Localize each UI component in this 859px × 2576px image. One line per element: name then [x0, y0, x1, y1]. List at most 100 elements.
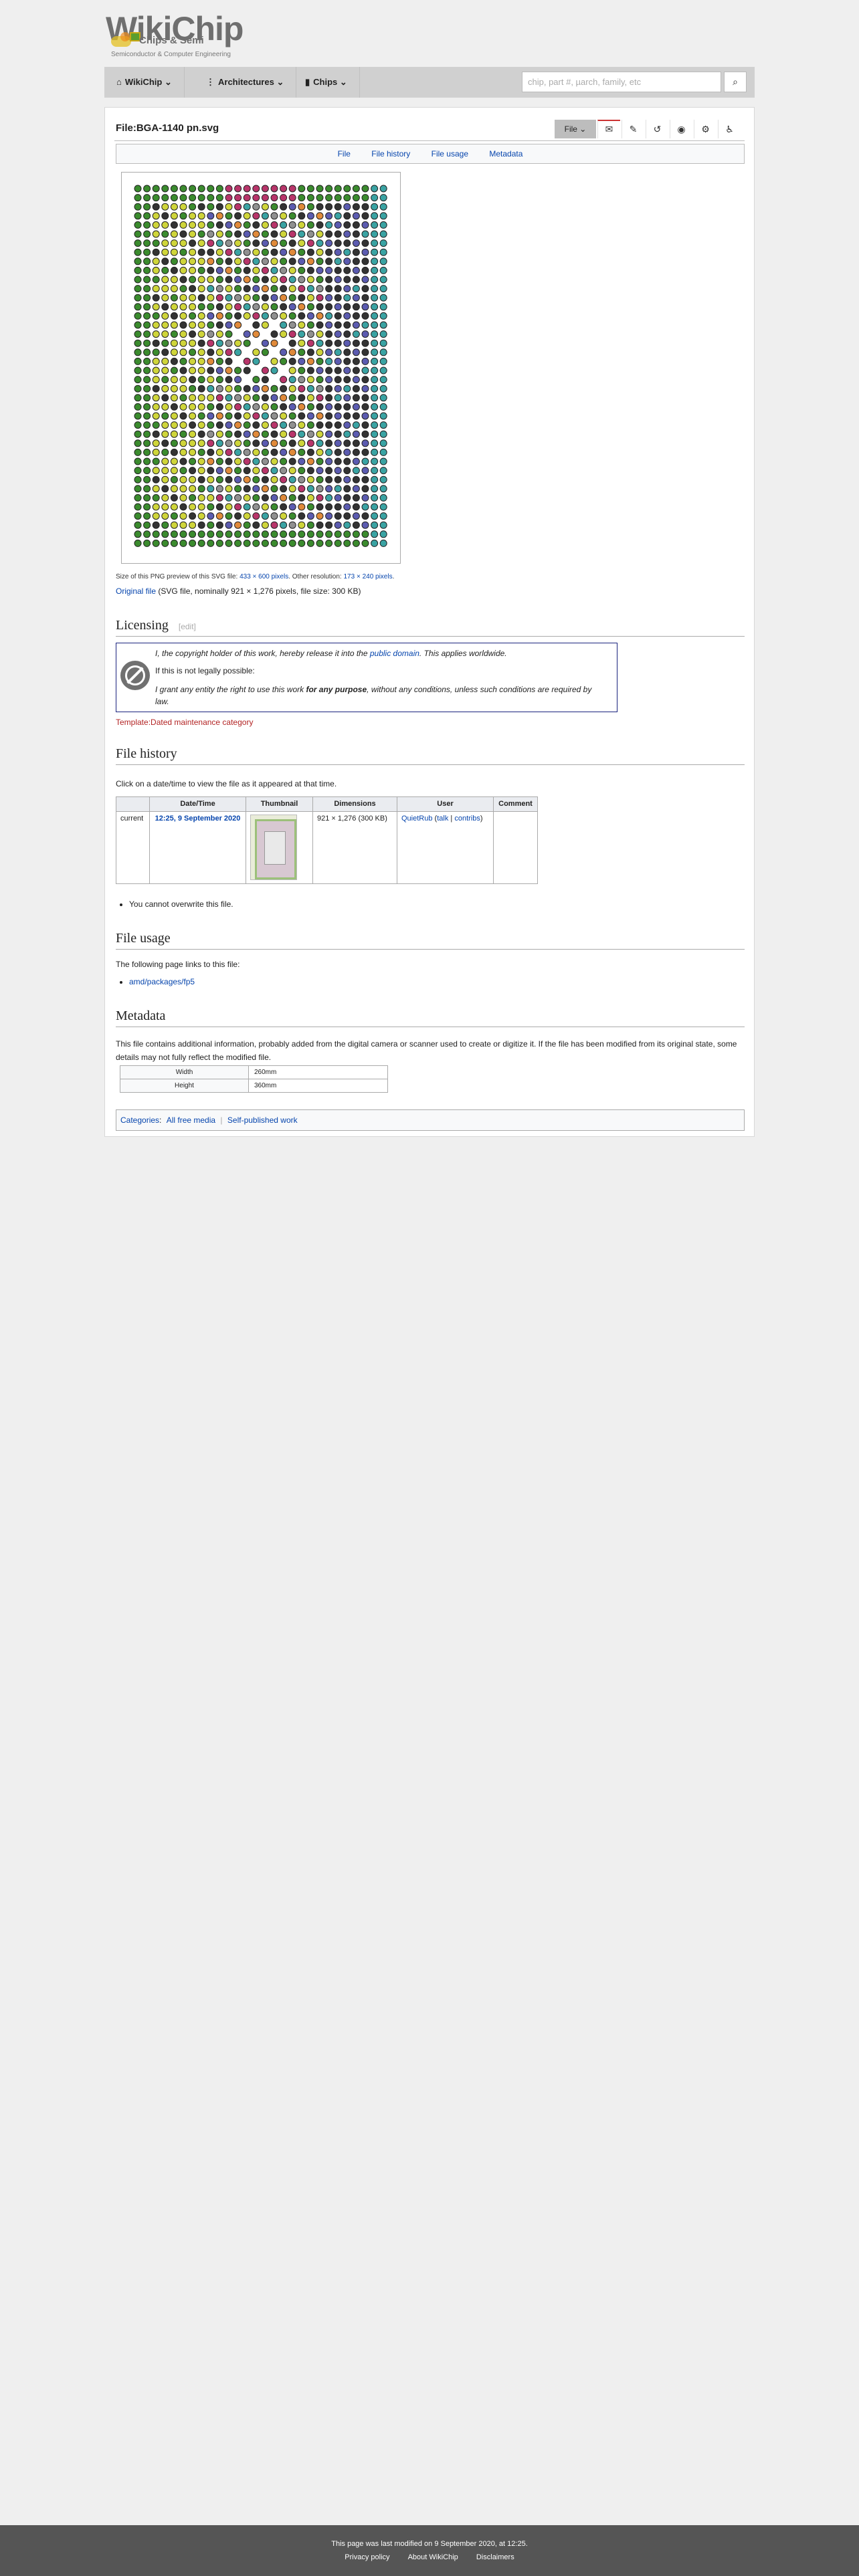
about-link[interactable]: About WikiChip: [408, 2553, 458, 2561]
search-input[interactable]: chip, part #, µarch, family, etc: [522, 72, 721, 92]
bga-ball: [143, 503, 151, 511]
category-link[interactable]: Self-published work: [227, 1115, 298, 1125]
chevron-down-icon: ⌄: [339, 77, 347, 87]
history-icon[interactable]: ↺: [646, 120, 668, 138]
bga-ball: [270, 230, 278, 238]
bga-ball: [215, 448, 223, 456]
bga-ball: [197, 185, 205, 193]
user-contribs-link[interactable]: contribs: [454, 815, 480, 823]
bga-ball: [170, 539, 178, 547]
bga-ball: [316, 248, 324, 256]
user-link[interactable]: QuietRub: [401, 815, 432, 823]
bga-ball: [252, 394, 260, 402]
bga-ball: [143, 248, 151, 256]
bga-ball: [352, 339, 360, 347]
bga-ball: [152, 539, 160, 547]
watch-icon[interactable]: ◉: [670, 120, 692, 138]
bga-ball: [134, 494, 142, 502]
toc-link-file-history[interactable]: File history: [371, 149, 410, 158]
bga-ball: [352, 421, 360, 429]
bga-ball: [316, 521, 324, 529]
public-domain-link[interactable]: public domain: [370, 649, 419, 658]
bga-ball: [143, 312, 151, 320]
privacy-policy-link[interactable]: Privacy policy: [345, 2553, 389, 2561]
bga-ball: [252, 521, 260, 529]
file-thumbnail[interactable]: [250, 815, 297, 880]
bga-ball: [352, 212, 360, 220]
bga-ball: [280, 485, 288, 493]
bga-ball: [379, 312, 387, 320]
license-line-2: If this is not legally possible:: [155, 666, 255, 675]
bga-ball: [189, 376, 197, 384]
category-link[interactable]: All free media: [167, 1115, 215, 1125]
bga-ball: [270, 294, 278, 302]
bga-ball: [306, 330, 314, 338]
bga-ball: [316, 494, 324, 502]
discussion-icon[interactable]: ✉: [597, 120, 620, 138]
bga-ball: [134, 503, 142, 511]
site-logo[interactable]: WikiChip Chips & Semi Semiconductor & Co…: [106, 12, 244, 58]
bga-ball: [197, 512, 205, 520]
preview-size-link[interactable]: 433 × 600 pixels: [240, 573, 288, 580]
template-link[interactable]: Template:Dated maintenance category: [116, 718, 253, 727]
toc-link-metadata[interactable]: Metadata: [489, 149, 522, 158]
bga-ball: [234, 394, 242, 402]
bga-ball: [334, 248, 342, 256]
bga-ball: [179, 539, 187, 547]
bga-ball: [306, 412, 314, 420]
bga-ball: [280, 475, 288, 484]
bga-ball: [197, 494, 205, 502]
original-file-info: (SVG file, nominally 921 × 1,276 pixels,…: [158, 586, 361, 596]
bga-ball: [215, 203, 223, 211]
bga-ball: [316, 439, 324, 447]
file-preview[interactable]: [121, 172, 401, 564]
bga-ball: [325, 485, 333, 493]
more-icon[interactable]: ⚙: [694, 120, 717, 138]
bga-ball: [288, 312, 296, 320]
bga-ball: [343, 185, 351, 193]
license-bold-text: for any purpose: [306, 685, 367, 694]
bga-ball: [152, 248, 160, 256]
bga-ball: [280, 257, 288, 265]
disclaimers-link[interactable]: Disclaimers: [476, 2553, 514, 2561]
bga-ball: [334, 394, 342, 402]
bga-ball: [334, 494, 342, 502]
nav-item-chips[interactable]: ▮ Chips ⌄: [293, 67, 360, 98]
bga-ball: [252, 421, 260, 429]
bga-ball: [280, 357, 288, 365]
bga-ball: [288, 503, 296, 511]
bga-ball: [243, 312, 251, 320]
bga-ball: [361, 221, 369, 229]
bga-ball: [288, 376, 296, 384]
file-menu-button[interactable]: File ⌄: [555, 120, 596, 138]
nav-item-architectures[interactable]: ⋮ Architectures ⌄: [194, 67, 297, 98]
bga-ball: [207, 503, 215, 511]
bga-ball: [298, 303, 306, 311]
bga-ball: [298, 539, 306, 547]
original-file-link[interactable]: Original file: [116, 586, 156, 596]
bga-ball: [316, 239, 324, 247]
other-resolution-link[interactable]: 173 × 240 pixels: [343, 573, 392, 580]
bga-ball: [298, 230, 306, 238]
categories-label-link[interactable]: Categories: [120, 1115, 159, 1125]
bga-ball: [361, 294, 369, 302]
bga-ball: [134, 276, 142, 284]
bga-ball: [361, 276, 369, 284]
accessibility-icon[interactable]: ♿: [718, 120, 741, 138]
datetime-link[interactable]: 12:25, 9 September 2020: [155, 815, 241, 823]
bga-ball: [252, 248, 260, 256]
bga-ball: [225, 357, 233, 365]
toc-link-file-usage[interactable]: File usage: [432, 149, 468, 158]
edit-icon[interactable]: ✎: [622, 120, 644, 138]
bga-ball: [325, 403, 333, 411]
bga-ball: [215, 421, 223, 429]
usage-page-link[interactable]: amd/packages/fp5: [129, 977, 195, 986]
bga-ball: [316, 448, 324, 456]
nav-item-wikichip[interactable]: ⌂ WikiChip ⌄: [104, 67, 185, 98]
bga-ball: [334, 457, 342, 465]
bga-ball: [361, 494, 369, 502]
toc-link-file[interactable]: File: [338, 149, 351, 158]
search-button[interactable]: ⌕: [724, 72, 747, 92]
edit-section-link[interactable]: [edit]: [179, 622, 196, 631]
user-talk-link[interactable]: talk: [437, 815, 448, 823]
